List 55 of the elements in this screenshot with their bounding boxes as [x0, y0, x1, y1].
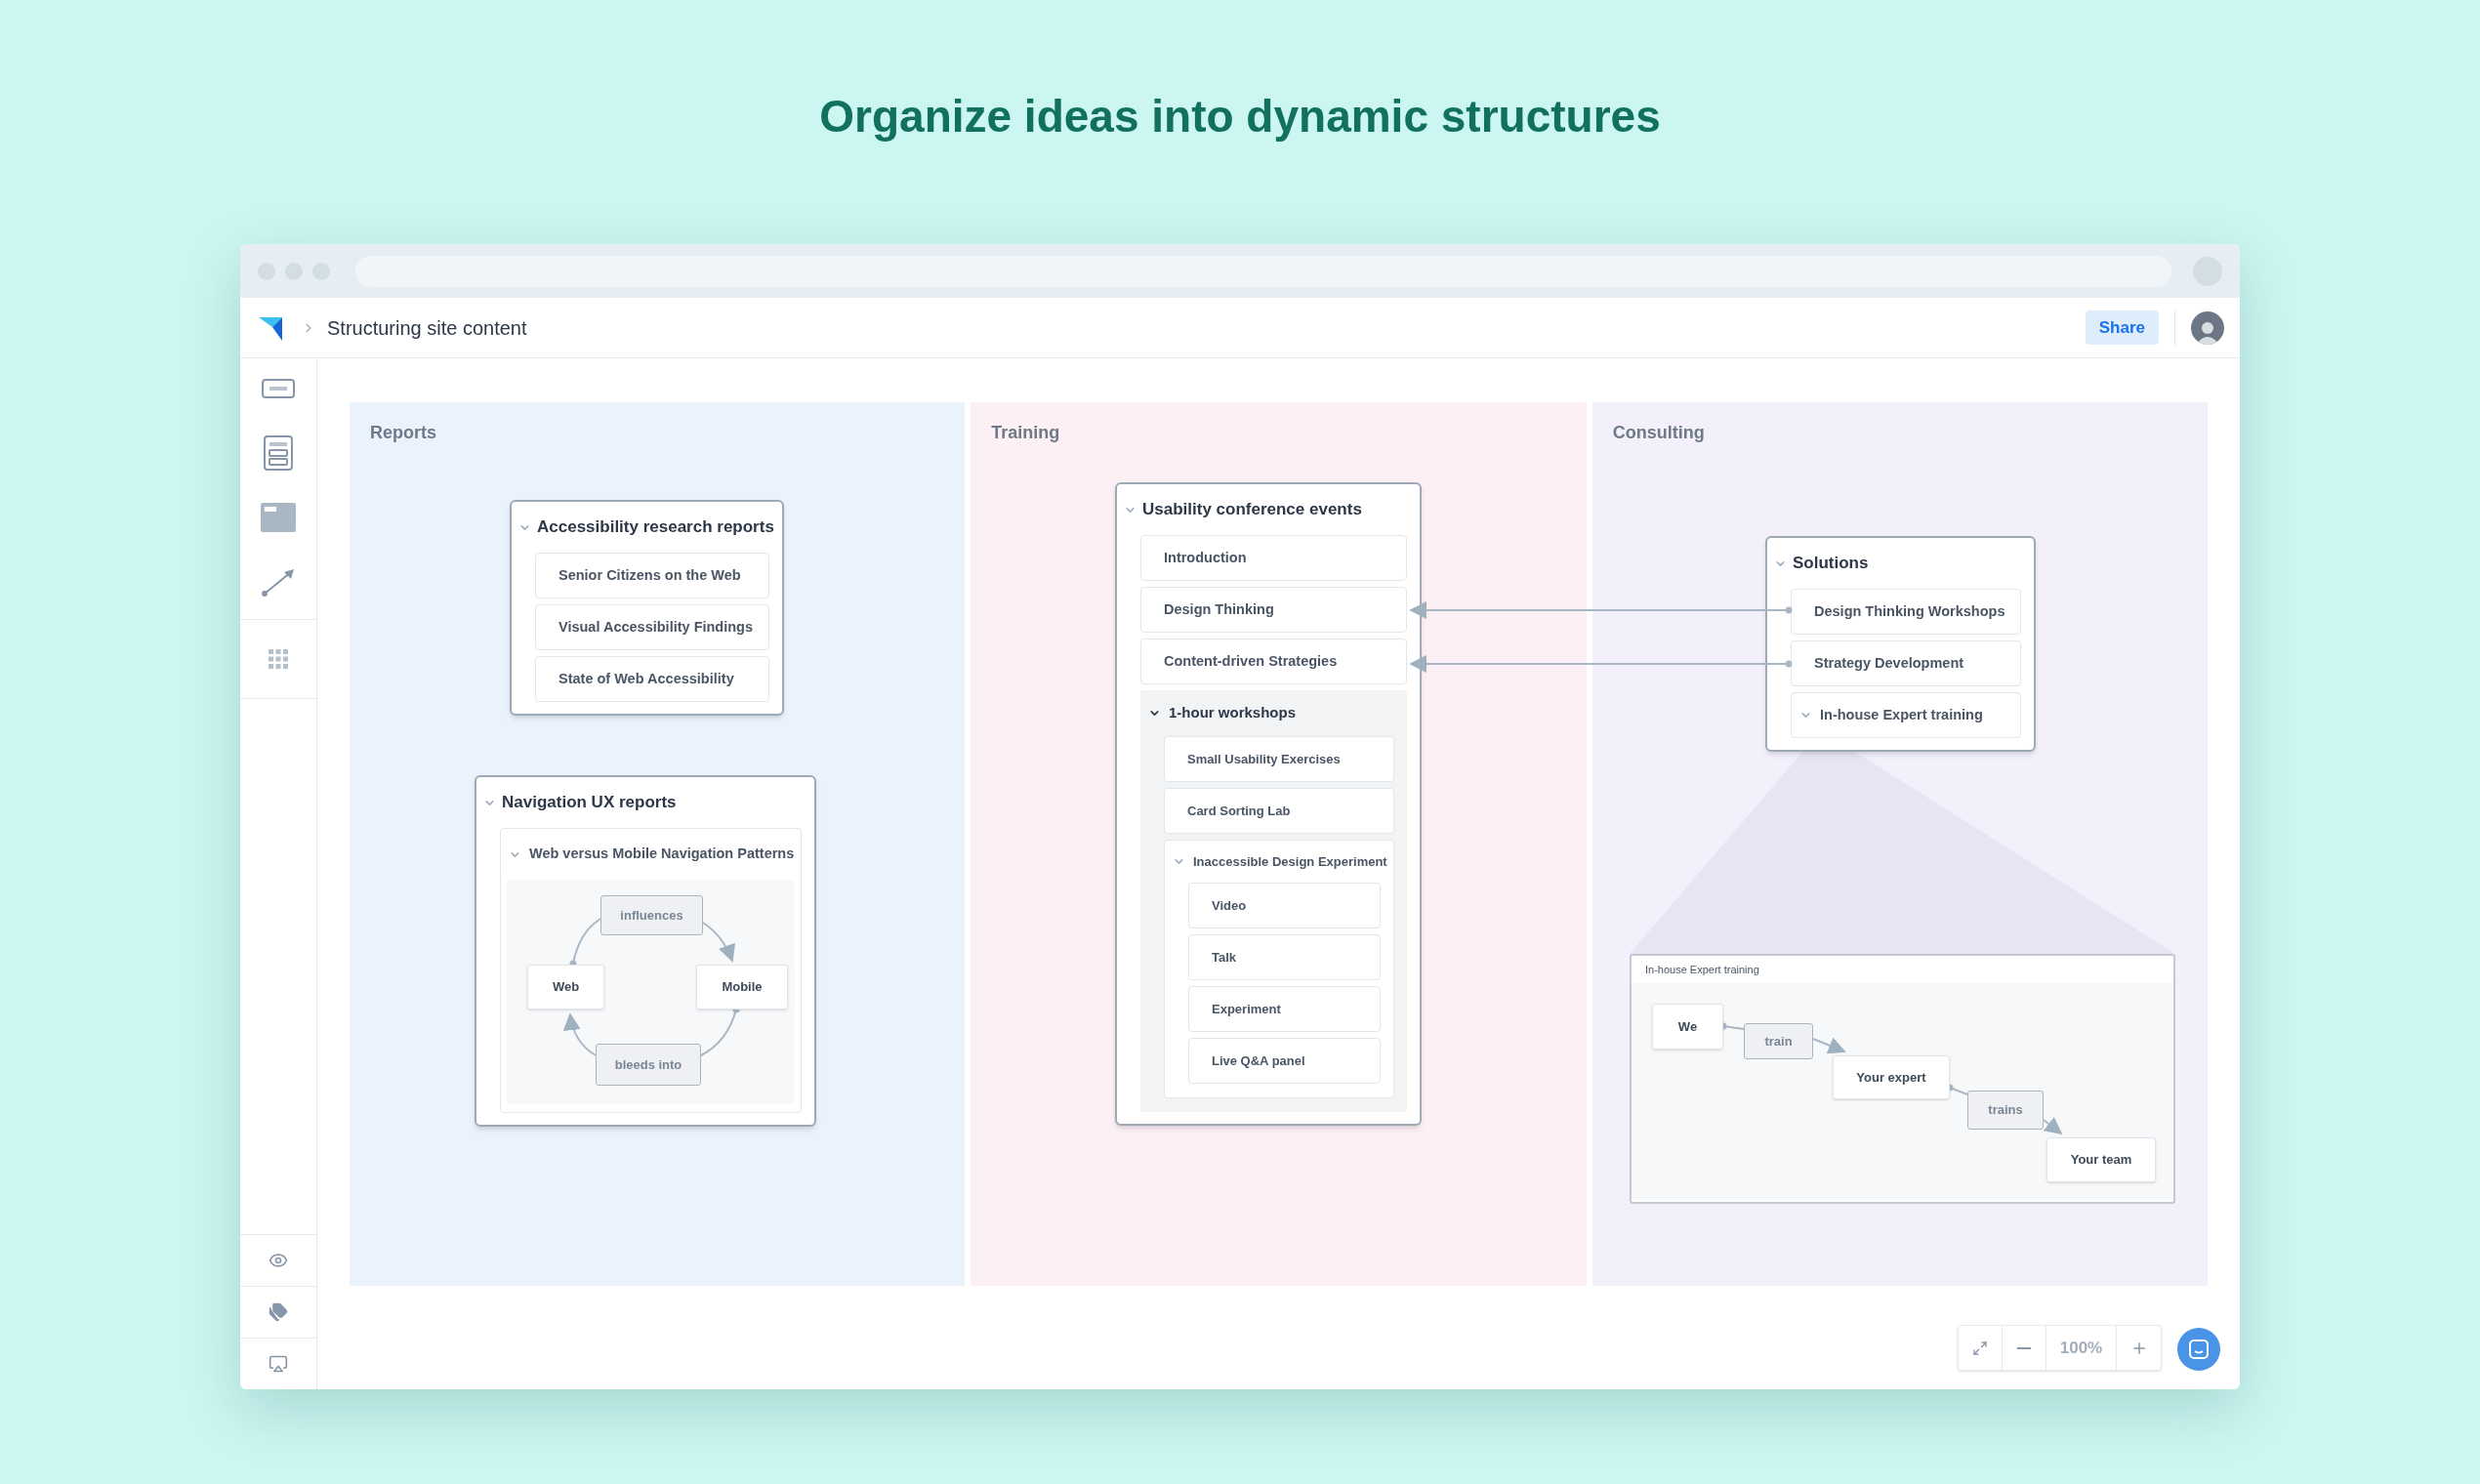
- outline-item[interactable]: State of Web Accessibility: [535, 656, 769, 702]
- chat-button[interactable]: [2177, 1328, 2220, 1371]
- logo-icon[interactable]: [259, 314, 284, 341]
- card-title: Navigation UX reports: [502, 792, 677, 814]
- relation-label: train: [1744, 1023, 1813, 1059]
- share-button[interactable]: Share: [2085, 310, 2159, 345]
- outline-item[interactable]: Video: [1188, 883, 1381, 928]
- outline-item[interactable]: Live Q&A panel: [1188, 1038, 1381, 1084]
- outline-card[interactable]: [1115, 482, 1422, 1126]
- swimlane-title: Training: [991, 423, 1060, 442]
- diagram-node: Your expert: [1833, 1055, 1950, 1099]
- group-title: Web versus Mobile Navigation Patterns: [529, 845, 795, 864]
- relation-label: trains: [1967, 1091, 2044, 1130]
- list-card-icon[interactable]: [261, 435, 296, 471]
- outline-card[interactable]: Solutions Design Thinking Workshops Strategy Development In-house Expert training: [1765, 536, 2036, 752]
- card-title: Usability conference events: [1142, 499, 1362, 521]
- panel-icon[interactable]: [261, 500, 296, 535]
- minus-icon: [2017, 1346, 2031, 1349]
- card-title: Accessibility research reports: [537, 516, 774, 539]
- outline-item[interactable]: Design Thinking: [1140, 587, 1407, 633]
- panel-title: In-house Expert training: [1645, 962, 1759, 977]
- outline-item[interactable]: Small Usability Exercises: [1164, 736, 1394, 782]
- connector-arrow: [702, 922, 735, 963]
- outline-item[interactable]: Visual Accessibility Findings: [535, 604, 769, 650]
- outline-item[interactable]: Talk: [1188, 934, 1381, 980]
- document-title[interactable]: Structuring site content: [327, 312, 527, 343]
- outline-item[interactable]: Senior Citizens on the Web: [535, 553, 769, 598]
- outline-item[interactable]: In-house Expert training: [1791, 692, 2021, 738]
- swimlane-title: Reports: [370, 423, 436, 442]
- connector-line: [569, 918, 601, 968]
- expand-icon: [1972, 1340, 1988, 1356]
- group-title: Inaccessible Design Experiment: [1193, 852, 1387, 871]
- diagram-node: Your team: [2046, 1137, 2156, 1182]
- swimlane-title: Consulting: [1612, 423, 1705, 442]
- card-title: Solutions: [1793, 553, 1869, 575]
- outline-item[interactable]: Card Sorting Lab: [1164, 788, 1394, 834]
- item-label: In-house Expert training: [1820, 705, 1983, 724]
- connector-arrow: [563, 1012, 597, 1056]
- outline-item[interactable]: Strategy Development: [1791, 640, 2021, 686]
- zoom-level: 100%: [2046, 1326, 2117, 1370]
- diagram-node: We: [1652, 1004, 1723, 1050]
- outline-card[interactable]: Accessibility research reports Senior Citizens on the Web Visual Accessibility Findings State of Web Accessibility: [510, 500, 784, 716]
- diagram-node: Web: [527, 965, 604, 1010]
- connector-arrow: [2043, 1116, 2063, 1135]
- outline-item[interactable]: Content-driven Strategies: [1140, 639, 1407, 684]
- group-title: 1-hour workshops: [1169, 703, 1296, 723]
- relation-label: influences: [600, 895, 703, 935]
- outline-item[interactable]: Design Thinking Workshops: [1791, 589, 2021, 635]
- outline-item[interactable]: Experiment: [1188, 986, 1381, 1032]
- diagram-node: Mobile: [696, 965, 788, 1010]
- outline-item[interactable]: Introduction: [1140, 535, 1407, 581]
- avatar[interactable]: [2191, 310, 2224, 345]
- relation-label: bleeds into: [596, 1044, 701, 1086]
- connector-arrow: [1812, 1037, 1846, 1054]
- chat-icon: [2189, 1340, 2209, 1359]
